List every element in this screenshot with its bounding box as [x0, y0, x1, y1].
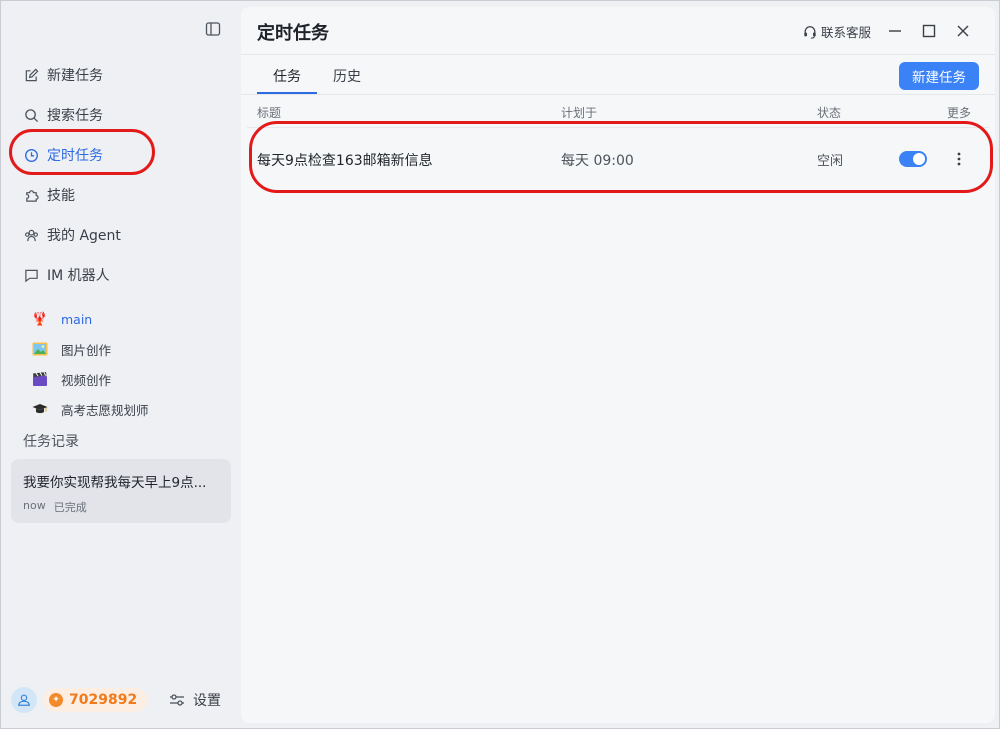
support-button[interactable]: 联系客服 — [803, 22, 871, 41]
column-header-title: 标题 — [257, 106, 282, 120]
sidebar-footer: ✦ 7029892 设置 — [11, 687, 231, 713]
tab-history[interactable]: 历史 — [333, 66, 361, 86]
new-task-button[interactable]: 新建任务 — [899, 62, 979, 90]
page-title: 定时任务 — [257, 23, 329, 44]
nav-search-task[interactable]: 搜索任务 — [11, 97, 229, 133]
maximize-icon[interactable] — [919, 21, 939, 41]
main-panel: 定时任务 联系客服 任务 历史 新建任务 标题 计划于 状态 更多 每天9点检查… — [241, 7, 995, 723]
nav-skills[interactable]: 技能 — [11, 177, 229, 213]
column-header-status: 状态 — [817, 106, 842, 120]
sidebar: 新建任务 搜索任务 定时任务 技能 我的 Agent IM 机器人 🦞 main… — [1, 1, 241, 729]
column-header-schedule: 计划于 — [561, 106, 598, 120]
tab-tasks[interactable]: 任务 — [273, 66, 301, 86]
graduation-cap-icon — [31, 400, 49, 418]
agent-main[interactable]: 🦞 main — [31, 307, 92, 331]
tab-bar: 任务 历史 — [241, 55, 995, 95]
toggle-knob — [913, 153, 925, 165]
user-icon — [18, 694, 30, 706]
column-header-more: 更多 — [947, 106, 972, 120]
clapperboard-icon — [31, 370, 49, 388]
nav-new-task[interactable]: 新建任务 — [11, 57, 229, 93]
agent-label: 高考志愿规划师 — [61, 402, 149, 418]
table-row[interactable]: 每天9点检查163邮箱新信息 每天 09:00 空闲 — [247, 127, 989, 189]
settings-label: 设置 — [193, 693, 221, 709]
task-title: 每天9点检查163邮箱新信息 — [257, 153, 433, 169]
task-enable-toggle[interactable] — [899, 151, 927, 167]
avatar[interactable] — [11, 687, 37, 713]
agent-video-creation[interactable]: 视频创作 — [31, 367, 111, 391]
lobster-icon: 🦞 — [31, 311, 49, 327]
header: 定时任务 联系客服 — [241, 7, 995, 55]
records-section-title: 任务记录 — [23, 434, 79, 450]
close-icon[interactable] — [953, 21, 973, 41]
app-window: 新建任务 搜索任务 定时任务 技能 我的 Agent IM 机器人 🦞 main… — [0, 0, 1000, 729]
more-vertical-icon[interactable] — [947, 147, 971, 171]
task-schedule: 每天 09:00 — [561, 153, 634, 169]
points-value: 7029892 — [69, 692, 138, 708]
agent-label: main — [61, 311, 93, 327]
settings-button[interactable]: 设置 — [169, 690, 221, 710]
nav-label: 我的 Agent — [47, 228, 121, 244]
nav-label: 搜索任务 — [47, 108, 103, 124]
puzzle-icon — [23, 187, 39, 203]
minimize-icon[interactable] — [885, 21, 905, 41]
chat-icon — [23, 267, 39, 283]
agents-icon — [23, 227, 39, 243]
clock-icon — [23, 147, 39, 163]
record-time: now — [23, 499, 46, 512]
record-status: 已完成 — [53, 501, 87, 514]
nav-label: 新建任务 — [47, 68, 103, 84]
nav-label: IM 机器人 — [47, 268, 110, 284]
tab-underline — [257, 92, 317, 94]
coin-icon: ✦ — [49, 693, 63, 707]
sidebar-toggle-icon[interactable] — [203, 19, 223, 39]
nav-my-agent[interactable]: 我的 Agent — [11, 217, 229, 253]
record-title: 我要你实现帮我每天早上9点... — [23, 475, 207, 491]
agent-college-planner[interactable]: 高考志愿规划师 — [31, 397, 149, 421]
nav-label: 定时任务 — [47, 148, 103, 164]
headset-icon — [803, 25, 817, 39]
nav-scheduled-task[interactable]: 定时任务 — [11, 137, 229, 173]
sliders-icon — [169, 692, 185, 708]
support-label: 联系客服 — [821, 25, 872, 40]
points-badge[interactable]: ✦ 7029892 — [43, 688, 148, 712]
task-record-card[interactable]: 我要你实现帮我每天早上9点... now 已完成 — [11, 459, 231, 523]
search-icon — [23, 107, 39, 123]
agent-image-creation[interactable]: 图片创作 — [31, 337, 111, 361]
agent-label: 图片创作 — [61, 342, 112, 358]
picture-icon — [31, 340, 49, 358]
task-status: 空闲 — [817, 154, 844, 169]
edit-icon — [23, 67, 39, 83]
nav-im-bot[interactable]: IM 机器人 — [11, 257, 229, 293]
nav-label: 技能 — [47, 188, 75, 204]
agent-label: 视频创作 — [61, 372, 112, 388]
